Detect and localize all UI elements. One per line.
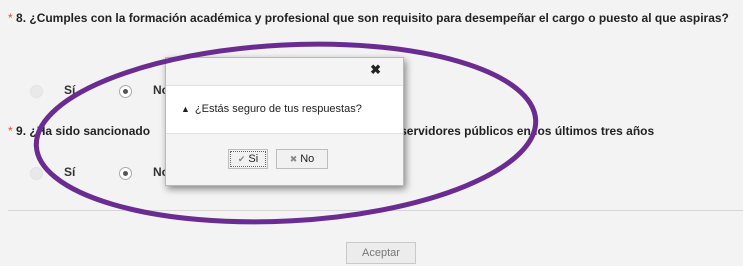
radio-q9-no[interactable] [119, 167, 132, 180]
required-mark: * [8, 11, 13, 25]
option-q9-si-label: Sí [64, 165, 76, 179]
radio-q8-no[interactable] [119, 85, 132, 98]
option-q8-si-label: Sí [64, 83, 76, 97]
dialog-message-text: ¿Estás seguro de tus respuestas? [194, 103, 362, 115]
radio-q8-si[interactable] [30, 85, 43, 98]
yes-button-label: Si [248, 153, 259, 165]
required-mark: * [8, 124, 13, 138]
close-icon[interactable]: ✖ [370, 62, 381, 78]
dialog-message: ▲ ¿Estás seguro de tus respuestas? [181, 103, 362, 115]
warning-icon: ▲ [181, 104, 190, 114]
form-divider [8, 210, 743, 211]
no-button-label: No [300, 153, 315, 165]
no-button[interactable]: ✖ No [276, 149, 328, 169]
x-icon: ✖ [289, 153, 298, 164]
accept-button[interactable]: Aceptar [346, 242, 416, 264]
check-icon: ✔ [237, 153, 246, 164]
question-8-label: * 8. ¿Cumples con la formación académica… [8, 11, 729, 25]
confirm-dialog: ✖ ▲ ¿Estás seguro de tus respuestas? ✔ S… [165, 57, 404, 186]
dialog-titlebar: ✖ [166, 58, 403, 86]
yes-button[interactable]: ✔ Si [228, 149, 268, 169]
radio-q9-si[interactable] [30, 167, 43, 180]
